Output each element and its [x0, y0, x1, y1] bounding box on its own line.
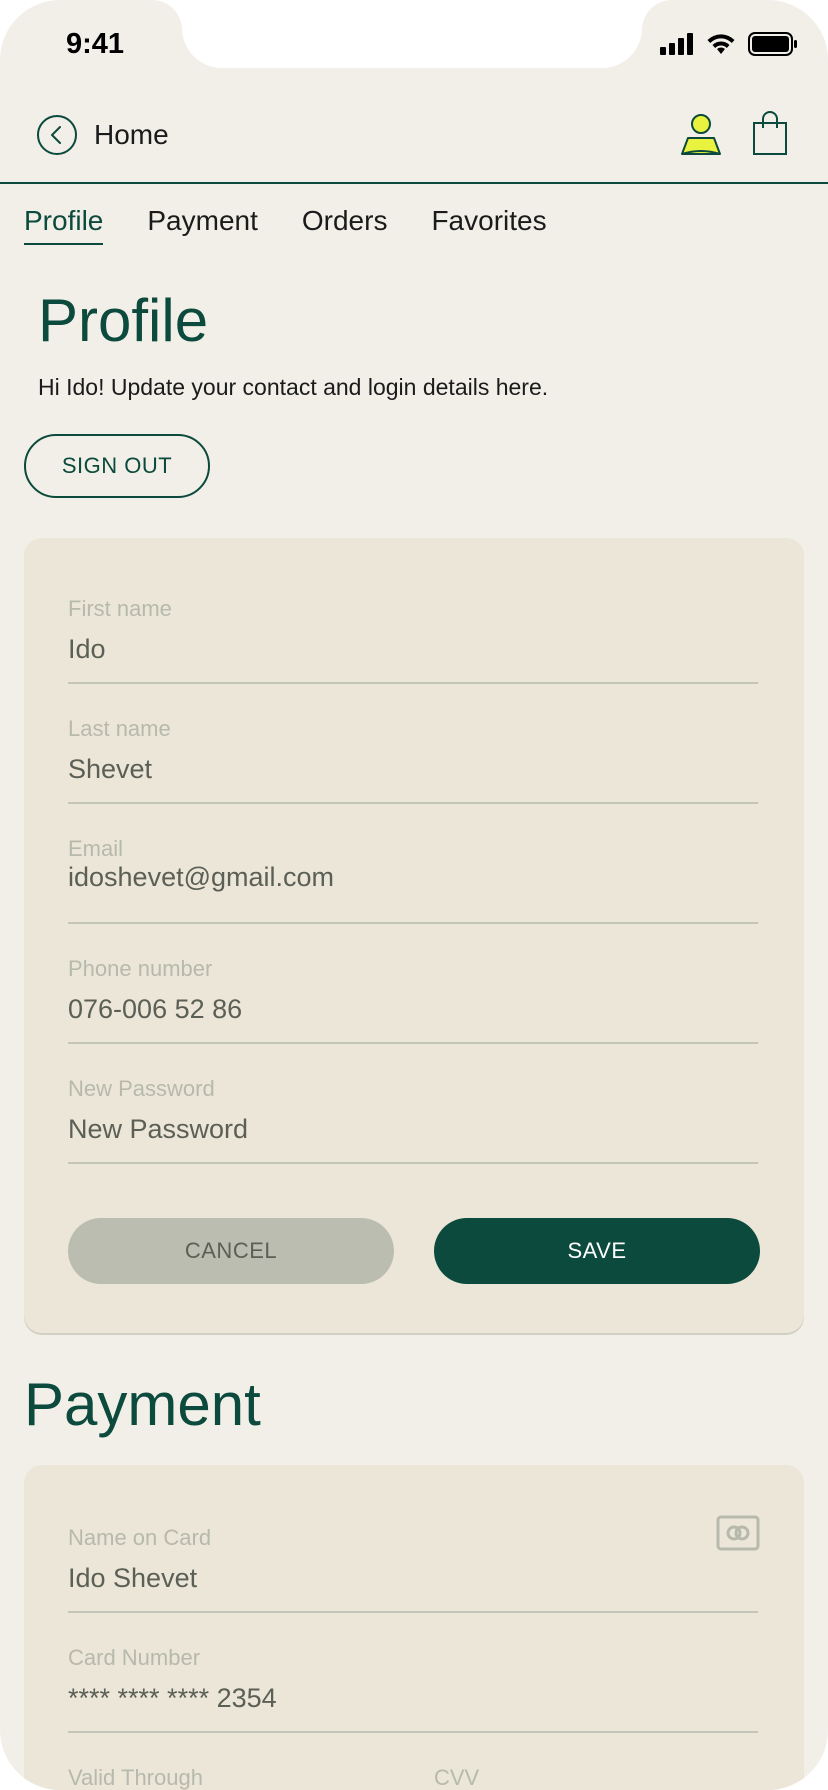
tab-payment[interactable]: Payment — [147, 205, 258, 245]
signal-icon — [660, 33, 693, 55]
field-value[interactable]: Ido Shevet — [68, 1563, 197, 1594]
field-label: Name on Card — [68, 1525, 212, 1550]
field-value[interactable]: New Password — [68, 1114, 248, 1145]
new-password-field[interactable]: New Password New Password — [68, 1076, 758, 1164]
field-label: CVV — [434, 1765, 480, 1790]
valid-through-field[interactable]: Valid Through — [68, 1765, 368, 1790]
field-label: Phone number — [68, 956, 213, 981]
notch — [182, 0, 642, 68]
last-name-field[interactable]: Last name Shevet — [68, 716, 758, 804]
back-icon[interactable] — [36, 114, 78, 156]
field-value[interactable]: Shevet — [68, 754, 152, 785]
home-link[interactable]: Home — [94, 119, 169, 151]
account-tabs: Profile Payment Orders Favorites — [24, 205, 591, 245]
field-label: Card Number — [68, 1645, 201, 1670]
notch-corner-right — [642, 0, 672, 30]
name-on-card-field[interactable]: Name on Card Ido Shevet — [68, 1525, 758, 1613]
field-label: Last name — [68, 716, 171, 741]
top-navigation: Home — [0, 100, 828, 184]
field-label: Valid Through — [68, 1765, 203, 1790]
phone-number-field[interactable]: Phone number 076-006 52 86 — [68, 956, 758, 1044]
user-account-icon[interactable] — [680, 112, 722, 158]
cvv-field[interactable]: CVV — [434, 1765, 734, 1790]
field-label: New Password — [68, 1076, 215, 1101]
field-value[interactable]: 076-006 52 86 — [68, 994, 242, 1025]
sign-out-button[interactable]: SIGN OUT — [24, 434, 210, 498]
field-label: First name — [68, 596, 172, 621]
field-label: Email — [68, 836, 124, 861]
profile-form-card: First name Ido Last name Shevet Email id… — [24, 538, 804, 1333]
battery-icon — [748, 32, 797, 56]
tab-favorites[interactable]: Favorites — [431, 205, 546, 245]
tab-profile[interactable]: Profile — [24, 205, 104, 245]
field-value[interactable]: Ido — [68, 634, 106, 665]
tab-orders[interactable]: Orders — [302, 205, 388, 245]
email-field[interactable]: Email idoshevet@gmail.com — [68, 836, 758, 924]
field-value[interactable]: idoshevet@gmail.com — [68, 862, 334, 893]
card-number-field[interactable]: Card Number **** **** **** 2354 — [68, 1645, 758, 1733]
wifi-icon — [707, 34, 735, 54]
status-time: 9:41 — [66, 28, 125, 60]
save-button[interactable]: SAVE — [434, 1218, 760, 1284]
shopping-bag-icon[interactable] — [752, 110, 788, 156]
field-value[interactable]: **** **** **** 2354 — [68, 1683, 277, 1714]
phone-screen: 9:41 Home Profile Payment Orders Favorit… — [0, 0, 828, 1790]
page-title: Profile — [38, 287, 209, 354]
profile-intro-text: Hi Ido! Update your contact and login de… — [38, 374, 549, 400]
first-name-field[interactable]: First name Ido — [68, 596, 758, 684]
payment-section-title: Payment — [24, 1371, 261, 1438]
status-icons — [660, 32, 798, 56]
payment-form-card: Name on Card Ido Shevet Card Number ****… — [24, 1465, 804, 1790]
cancel-button[interactable]: CANCEL — [68, 1218, 394, 1284]
notch-corner-left — [152, 0, 182, 30]
